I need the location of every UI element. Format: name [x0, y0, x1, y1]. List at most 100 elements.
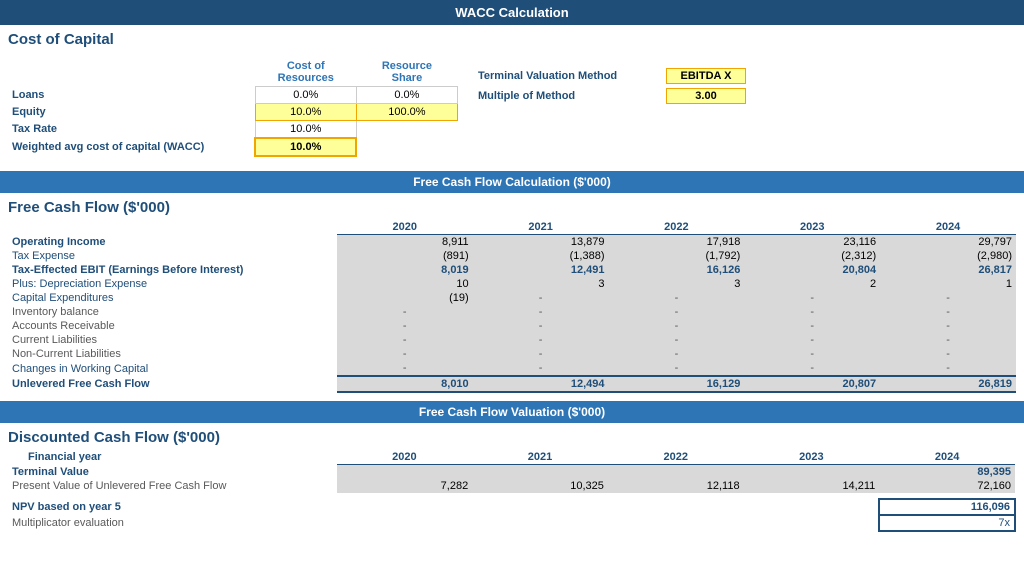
fcf-table: 2020 2021 2022 2023 2024 Operating Incom…: [8, 220, 1016, 393]
ncl-2021: -: [473, 347, 609, 361]
inv-2020: -: [337, 305, 473, 319]
dcf-year-2020: 2020: [337, 450, 473, 465]
ncl-2024: -: [880, 347, 1016, 361]
fcf-header: Free Cash Flow Calculation ($'000): [0, 171, 1024, 193]
terminal-value-row: Terminal Value 89,395: [8, 465, 1015, 480]
col-header-resource-share: ResourceShare: [356, 58, 457, 87]
te-2021: (1,388): [473, 249, 609, 263]
equity-label: Equity: [8, 104, 255, 121]
loans-cost[interactable]: 0.0%: [255, 87, 356, 104]
multiple-method-row: Multiple of Method 3.00: [478, 88, 746, 104]
wc-2023: -: [744, 361, 880, 376]
inv-2021: -: [473, 305, 609, 319]
loans-label: Loans: [8, 87, 255, 104]
pv-2020: 7,282: [337, 479, 473, 493]
inventory-row: Inventory balance - - - - -: [8, 305, 1016, 319]
wacc-value[interactable]: 10.0%: [255, 138, 356, 156]
pv-ufcf-label: Present Value of Unlevered Free Cash Flo…: [8, 479, 337, 493]
non-current-liabilities-label: Non-Current Liabilities: [8, 347, 337, 361]
operating-income-row: Operating Income 8,911 13,879 17,918 23,…: [8, 235, 1016, 250]
tv-2020: [337, 465, 473, 480]
ebit-2023: 20,804: [744, 263, 880, 277]
dcf-table: Financial year 2020 2021 2022 2023 2024 …: [8, 450, 1016, 532]
wc-2020: -: [337, 361, 473, 376]
wc-2024: -: [880, 361, 1016, 376]
current-liabilities-label: Current Liabilities: [8, 333, 337, 347]
unlevered-fcf-row: Unlevered Free Cash Flow 8,010 12,494 16…: [8, 376, 1016, 392]
te-2023: (2,312): [744, 249, 880, 263]
capex-2024: -: [880, 291, 1016, 305]
multiple-method-value[interactable]: 3.00: [666, 88, 746, 104]
ebit-2022: 16,126: [609, 263, 745, 277]
npv-value: 116,096: [879, 499, 1015, 515]
terminal-valuation-area: Terminal Valuation Method EBITDA X Multi…: [478, 58, 746, 104]
ncl-2022: -: [609, 347, 745, 361]
te-2024: (2,980): [880, 249, 1016, 263]
pv-ufcf-row: Present Value of Unlevered Free Cash Flo…: [8, 479, 1015, 493]
ebit-2020: 8,019: [337, 263, 473, 277]
terminal-value-label: Terminal Value: [8, 465, 337, 480]
loans-row: Loans 0.0% 0.0%: [8, 87, 458, 104]
npv-label: NPV based on year 5: [8, 499, 337, 515]
dcf-year-2021: 2021: [472, 450, 608, 465]
terminal-method-value[interactable]: EBITDA X: [666, 68, 746, 84]
npv-empty-2021: [472, 499, 608, 515]
npv-empty-2022: [608, 499, 744, 515]
ufcf-2021: 12,494: [473, 376, 609, 392]
ar-row: Accounts Receivable - - - - -: [8, 319, 1016, 333]
te-2022: (1,792): [609, 249, 745, 263]
inv-2022: -: [609, 305, 745, 319]
year-2022: 2022: [609, 220, 745, 235]
unlevered-fcf-label: Unlevered Free Cash Flow: [8, 376, 337, 392]
inv-2023: -: [744, 305, 880, 319]
cl-2024: -: [880, 333, 1016, 347]
tax-rate-row: Tax Rate 10.0%: [8, 121, 458, 139]
cl-2022: -: [609, 333, 745, 347]
working-capital-row: Changes in Working Capital - - - - -: [8, 361, 1016, 376]
terminal-method-row: Terminal Valuation Method EBITDA X: [478, 68, 746, 84]
wacc-header: WACC Calculation: [0, 0, 1024, 25]
te-2020: (891): [337, 249, 473, 263]
capex-2023: -: [744, 291, 880, 305]
dep-2023: 2: [744, 277, 880, 291]
loans-share[interactable]: 0.0%: [356, 87, 457, 104]
year-2021: 2021: [473, 220, 609, 235]
oi-2021: 13,879: [473, 235, 609, 250]
tax-rate-cost[interactable]: 10.0%: [255, 121, 356, 139]
dcf-section-title: Discounted Cash Flow ($'000): [0, 423, 1024, 448]
dcf-year-2023: 2023: [744, 450, 880, 465]
valuation-header-title: Free Cash Flow Valuation ($'000): [419, 405, 605, 419]
equity-cost[interactable]: 10.0%: [255, 104, 356, 121]
npv-empty-2020: [337, 499, 473, 515]
multiplicator-label: Multiplicator evaluation: [8, 515, 337, 531]
capex-label: Capital Expenditures: [8, 291, 337, 305]
equity-share[interactable]: 100.0%: [356, 104, 457, 121]
inv-2024: -: [880, 305, 1016, 319]
capex-2022: -: [609, 291, 745, 305]
dcf-year-2022: 2022: [608, 450, 744, 465]
tax-rate-label: Tax Rate: [8, 121, 255, 139]
oi-2023: 23,116: [744, 235, 880, 250]
ar-2023: -: [744, 319, 880, 333]
wacc-label: Weighted avg cost of capital (WACC): [8, 138, 255, 156]
depreciation-row: Plus: Depreciation Expense 10 3 3 2 1: [8, 277, 1016, 291]
ar-2022: -: [609, 319, 745, 333]
valuation-header: Free Cash Flow Valuation ($'000): [0, 401, 1024, 423]
ncl-2020: -: [337, 347, 473, 361]
npv-empty-2023: [744, 499, 880, 515]
tv-2022: [608, 465, 744, 480]
multiple-method-label: Multiple of Method: [478, 90, 658, 102]
fcf-header-title: Free Cash Flow Calculation ($'000): [413, 175, 611, 189]
equity-row: Equity 10.0% 100.0%: [8, 104, 458, 121]
dcf-section: Financial year 2020 2021 2022 2023 2024 …: [0, 448, 1024, 534]
depreciation-label: Plus: Depreciation Expense: [8, 277, 337, 291]
multiplicator-value[interactable]: 7x: [879, 515, 1015, 531]
ufcf-2020: 8,010: [337, 376, 473, 392]
dcf-year-2024: 2024: [879, 450, 1015, 465]
wacc-title: WACC Calculation: [455, 5, 568, 20]
pv-2021: 10,325: [472, 479, 608, 493]
capex-row: Capital Expenditures (19) - - - -: [8, 291, 1016, 305]
multiplicator-row: Multiplicator evaluation 7x: [8, 515, 1015, 531]
cost-of-capital-table: Cost ofResources ResourceShare Loans 0.0…: [8, 58, 458, 157]
capex-2021: -: [473, 291, 609, 305]
